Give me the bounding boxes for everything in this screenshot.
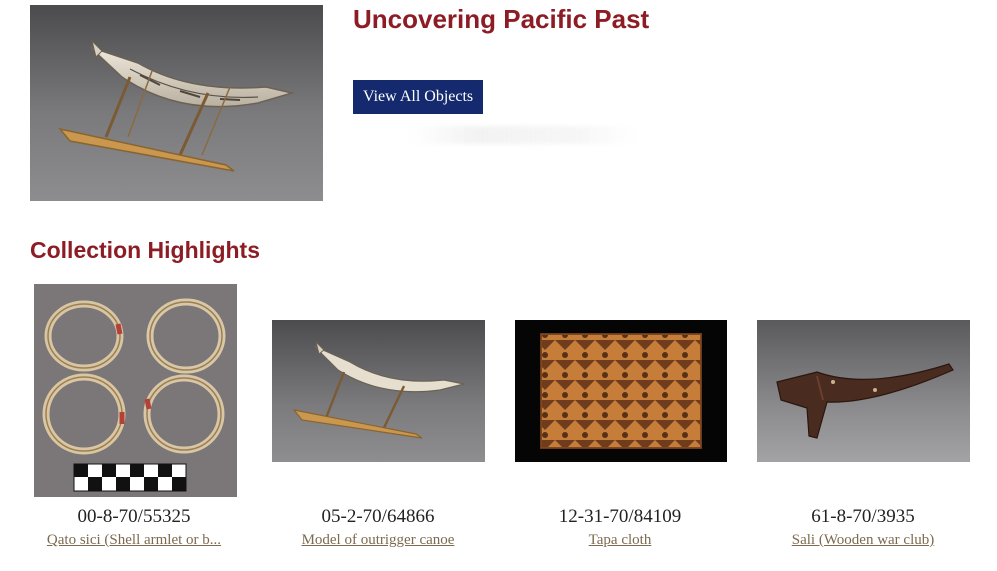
highlight-title-link[interactable]: Qato sici (Shell armlet or b... (20, 532, 248, 549)
highlight-card: 05-2-70/64866 Model of outrigger canoe (264, 284, 492, 564)
highlight-image-shell-armlet[interactable] (34, 284, 237, 497)
highlight-title-link[interactable]: Tapa cloth (506, 532, 734, 549)
highlight-card: 61-8-70/3935 Sali (Wooden war club) (749, 284, 977, 564)
page-title: Uncovering Pacific Past (353, 4, 650, 34)
highlight-number: 61-8-70/3935 (811, 506, 915, 527)
highlight-image-outrigger-canoe[interactable] (272, 320, 485, 462)
highlight-number: 12-31-70/84109 (558, 506, 682, 527)
hero-image-canoe[interactable] (30, 5, 323, 201)
highlight-number: 00-8-70/55325 (77, 506, 191, 527)
highlight-card: 12-31-70/84109 Tapa cloth (506, 284, 734, 564)
highlight-number: 05-2-70/64866 (321, 506, 435, 527)
highlight-card: 00-8-70/55325 Qato sici (Shell armlet or… (20, 284, 248, 564)
highlight-image-war-club[interactable] (757, 320, 970, 462)
section-title-collection-highlights: Collection Highlights (30, 237, 260, 263)
faint-decorative-strip (410, 126, 635, 144)
view-all-objects-button[interactable]: View All Objects (353, 80, 484, 114)
highlight-image-tapa-cloth[interactable] (515, 320, 727, 462)
highlight-title-link[interactable]: Sali (Wooden war club) (749, 532, 977, 549)
highlight-title-link[interactable]: Model of outrigger canoe (264, 532, 492, 549)
